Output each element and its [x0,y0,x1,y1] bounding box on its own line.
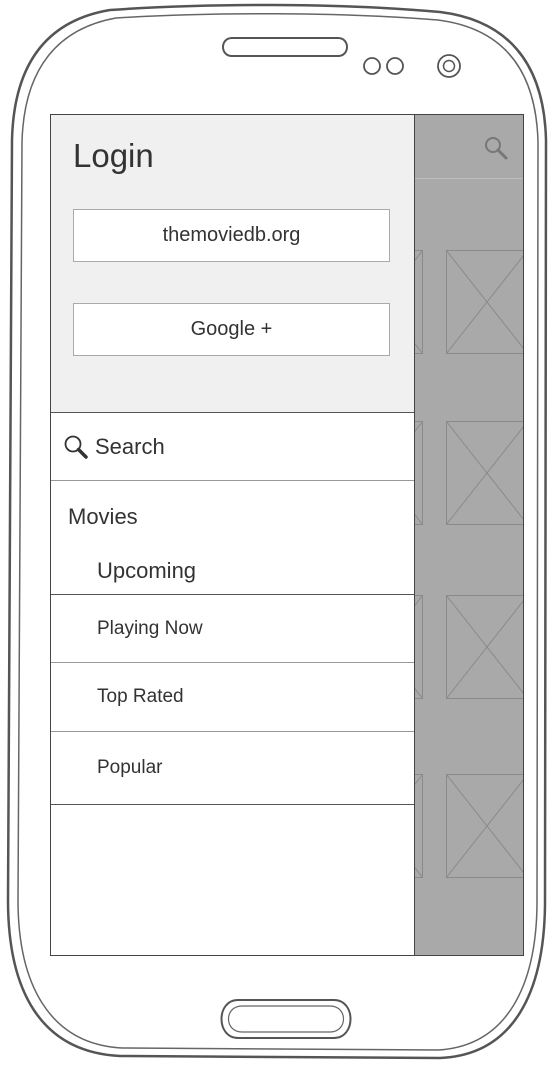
menu-item-label: Upcoming [97,557,197,583]
toolbar-search-icon[interactable] [481,133,511,163]
image-placeholder-icon [446,774,523,878]
google-plus-login-button[interactable]: Google + [73,303,390,356]
themoviedb-login-button[interactable]: themoviedb.org [73,209,390,262]
search-item[interactable]: Search [51,413,414,481]
menu-item-label: Popular [97,757,163,778]
menu-item-top-rated[interactable]: Top Rated [51,663,414,732]
menu-item-label: Playing Now [97,617,203,639]
menu-item-playing-now[interactable]: Playing Now [51,595,414,663]
search-label: Search [95,433,165,459]
login-section: Login themoviedb.org Google + [51,115,414,413]
menu-item-label: Top Rated [97,686,184,707]
menu-item-upcoming[interactable]: Upcoming [51,547,414,595]
movies-section-header: Movies [68,504,138,529]
search-icon [64,435,88,459]
image-placeholder-icon [446,595,523,699]
image-placeholder-icon [446,250,523,354]
navigation-drawer: Login themoviedb.org Google + Search Mov… [51,115,415,955]
image-placeholder-icon [446,421,523,525]
menu-item-popular[interactable]: Popular [51,732,414,805]
login-title: Login [73,137,154,174]
screen: Login themoviedb.org Google + Search Mov… [50,114,524,956]
